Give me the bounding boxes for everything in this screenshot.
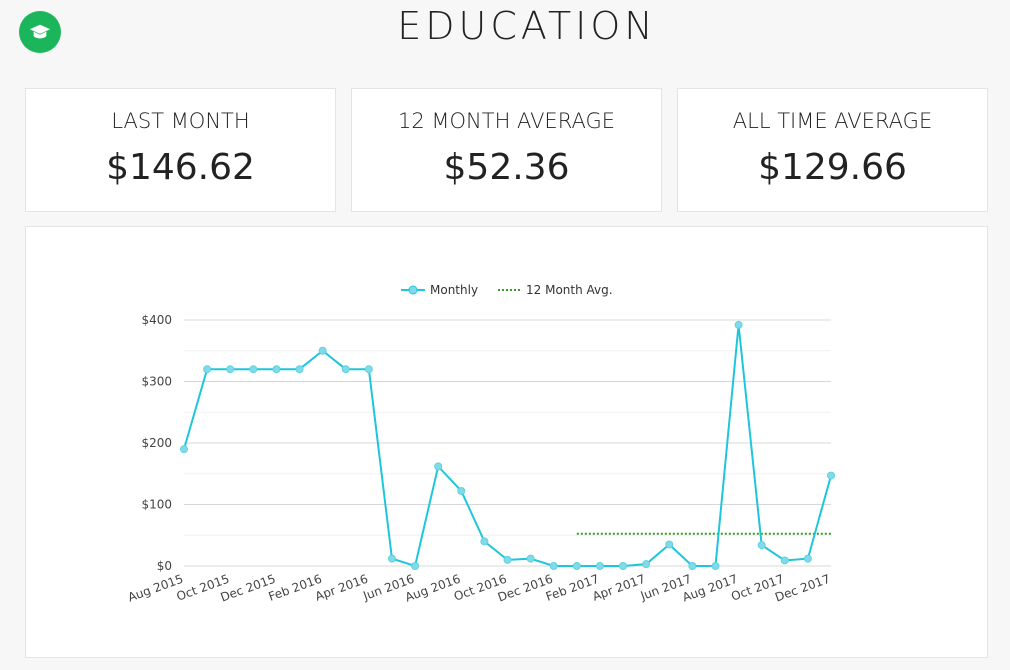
data-point (803, 554, 812, 563)
data-point (272, 365, 281, 374)
data-point (665, 540, 674, 549)
data-point (387, 554, 396, 563)
stat-label: ALL TIME AVERAGE (732, 109, 933, 133)
data-point (827, 471, 835, 480)
stat-label: 12 MONTH AVERAGE (398, 109, 615, 133)
data-point (480, 537, 489, 546)
line-chart: $0$100$200$300$400Aug 2015Oct 2015Dec 20… (126, 283, 835, 605)
y-tick-label: $0 (157, 559, 172, 573)
data-point (295, 365, 304, 374)
data-point (688, 562, 697, 570)
data-point (364, 365, 373, 374)
stat-value: $146.62 (106, 147, 255, 188)
data-point (595, 562, 604, 570)
data-point (203, 365, 212, 374)
x-tick-label: Feb 2017 (544, 572, 601, 604)
data-point (411, 562, 420, 570)
stat-card-all-time-average: ALL TIME AVERAGE $129.66 (677, 88, 988, 212)
stat-value: $52.36 (443, 147, 570, 188)
data-point (757, 541, 766, 550)
legend-monthly-marker (408, 285, 418, 295)
data-point (526, 554, 535, 563)
legend-average-label: 12 Month Avg. (526, 283, 613, 297)
stat-label: LAST MONTH (111, 109, 250, 133)
legend-monthly-label: Monthly (430, 283, 478, 297)
x-tick-label: Apr 2016 (313, 572, 370, 604)
y-tick-label: $300 (141, 375, 172, 389)
monthly-series-line (183, 324, 832, 568)
stat-value: $129.66 (758, 147, 907, 188)
data-point (434, 462, 443, 471)
y-tick-label: $200 (141, 436, 172, 450)
data-point (619, 562, 628, 570)
data-point (180, 445, 188, 454)
data-point (457, 486, 466, 495)
chart-card: $0 $100 $200 $300 $400 Aug 2015 Oct 2015 Dec 20… (25, 226, 988, 658)
data-point (572, 562, 581, 570)
x-tick-label: Aug 2015 (126, 572, 185, 605)
data-point (318, 346, 327, 355)
data-point (503, 555, 512, 564)
y-tick-label: $400 (141, 313, 172, 327)
data-point (711, 562, 720, 570)
page-title: EDUCATION (397, 4, 657, 48)
y-tick-label: $100 (141, 498, 172, 512)
data-point (734, 320, 743, 329)
x-tick-label: Feb 2016 (267, 572, 324, 604)
x-tick-label: Apr 2017 (591, 572, 648, 604)
stat-card-last-month: LAST MONTH $146.62 (25, 88, 336, 212)
stat-card-12-month-average: 12 MONTH AVERAGE $52.36 (351, 88, 662, 212)
data-point (780, 556, 789, 565)
data-point (549, 562, 558, 570)
data-point (341, 365, 350, 374)
data-point (642, 560, 651, 569)
data-point (226, 365, 235, 374)
data-point (249, 365, 258, 374)
